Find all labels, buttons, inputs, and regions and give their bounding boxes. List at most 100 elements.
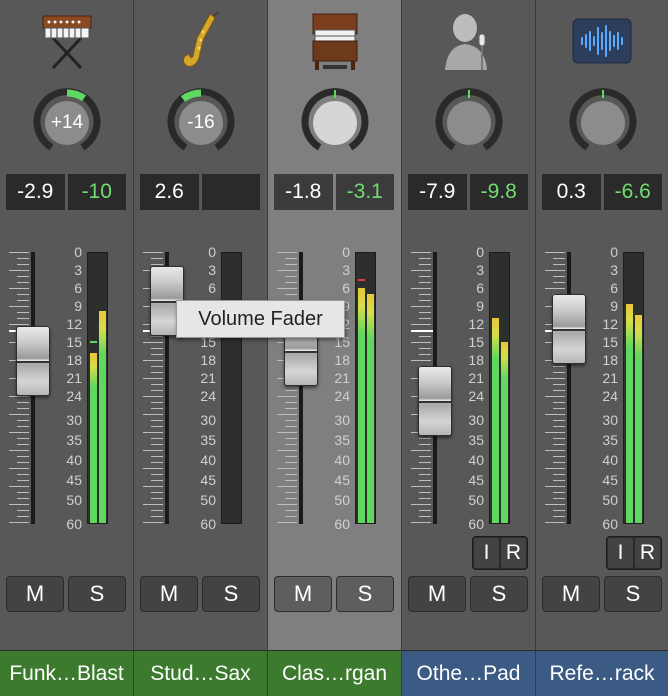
fader-tick <box>553 510 565 511</box>
fader-tick <box>143 396 163 397</box>
db-scale-label: 45 <box>334 472 350 488</box>
level-meter <box>489 252 510 524</box>
mute-button[interactable]: M <box>274 576 332 612</box>
pan-knob[interactable]: +14 <box>32 88 102 158</box>
fader-tick <box>553 276 565 277</box>
solo-button[interactable]: S <box>202 576 260 612</box>
fader-tick <box>285 264 297 265</box>
mute-button[interactable]: M <box>6 576 64 612</box>
pan-knob[interactable] <box>434 88 504 158</box>
track-name[interactable]: Funk…Blast <box>0 650 133 696</box>
fader-tick <box>553 444 565 445</box>
db-scale: 0 3 6 9 12 15 18 21 24 30 35 40 45 50 60 <box>596 244 618 536</box>
db-scale-label: 40 <box>468 452 484 468</box>
db-scale-label: 35 <box>468 432 484 448</box>
volume-fader[interactable]: 03691215182124303540455060 <box>268 245 402 536</box>
volume-readout[interactable]: 2.6 <box>140 174 199 210</box>
solo-button[interactable]: S <box>68 576 126 612</box>
saxophone-icon[interactable] <box>134 6 267 76</box>
fader-handle[interactable] <box>552 294 586 364</box>
fader-handle[interactable] <box>418 366 452 436</box>
fader-tick <box>277 468 297 469</box>
fader-tick <box>553 264 565 265</box>
track-name[interactable]: Othe…Pad <box>402 650 535 696</box>
fader-tick <box>419 294 431 295</box>
fader-tick <box>9 432 29 433</box>
fader-tick <box>419 264 431 265</box>
fader-tick <box>285 516 297 517</box>
db-scale-label: 6 <box>476 280 484 296</box>
meter-left <box>626 304 633 523</box>
peak-readout[interactable]: -9.8 <box>469 174 528 210</box>
fader-tick <box>285 282 297 283</box>
fader-tick <box>151 474 163 475</box>
vocalist-icon[interactable] <box>402 6 535 76</box>
fader-tick <box>419 480 431 481</box>
record-enable-button[interactable]: R <box>500 537 527 569</box>
fader-handle[interactable] <box>16 326 50 396</box>
fader-tick <box>553 384 565 385</box>
peak-readout[interactable]: -6.6 <box>603 174 662 210</box>
mute-button[interactable]: M <box>140 576 198 612</box>
fader-tick <box>285 474 297 475</box>
fader-tick <box>411 270 431 271</box>
fader-tick <box>285 408 297 409</box>
fader-tick <box>9 288 29 289</box>
fader-tick <box>17 264 29 265</box>
track-name[interactable]: Refe…rack <box>536 650 668 696</box>
db-scale-label: 0 <box>610 244 618 260</box>
fader-tick <box>285 444 297 445</box>
fader-tick <box>17 510 29 511</box>
volume-readout[interactable]: -7.9 <box>408 174 467 210</box>
solo-button[interactable]: S <box>336 576 394 612</box>
peak-readout[interactable]: -3.1 <box>335 174 394 210</box>
db-scale-label: 3 <box>342 262 350 278</box>
organ-icon[interactable] <box>268 6 401 76</box>
fader-tick <box>277 432 297 433</box>
fader-tick <box>277 288 297 289</box>
solo-button[interactable]: S <box>470 576 528 612</box>
input-monitor-button[interactable]: I <box>607 537 634 569</box>
fader-tick <box>17 408 29 409</box>
db-scale-label: 18 <box>468 352 484 368</box>
pan-knob[interactable] <box>300 88 370 158</box>
volume-fader[interactable]: 03691215182124303540455060 <box>134 245 268 536</box>
pan-knob[interactable]: -16 <box>166 88 236 158</box>
pan-knob[interactable] <box>568 88 638 158</box>
fader-tick <box>419 276 431 277</box>
volume-fader[interactable]: 03691215182124303540455060 <box>0 245 134 536</box>
fader-tick <box>151 408 163 409</box>
fader-tick <box>285 498 297 499</box>
track-name[interactable]: Stud…Sax <box>134 650 267 696</box>
record-enable-button[interactable]: R <box>634 537 661 569</box>
peak-indicator-left <box>90 341 97 343</box>
mute-button[interactable]: M <box>408 576 466 612</box>
fader-tick <box>285 390 297 391</box>
fader-tick <box>151 420 163 421</box>
fader-tick <box>17 480 29 481</box>
fader-tick <box>553 498 565 499</box>
peak-readout[interactable]: -10 <box>67 174 126 210</box>
fader-tick <box>411 450 431 451</box>
volume-readout[interactable]: 0.3 <box>542 174 601 210</box>
track-name[interactable]: Clas…rgan <box>268 650 401 696</box>
volume-readout[interactable]: -2.9 <box>6 174 65 210</box>
volume-fader[interactable]: 03691215182124303540455060 <box>536 244 668 536</box>
solo-button[interactable]: S <box>604 576 662 612</box>
input-record-buttons: I R <box>606 536 662 570</box>
waveform-icon[interactable] <box>536 6 668 76</box>
fader-tick <box>419 336 431 337</box>
synth-keyboard-icon[interactable] <box>0 6 133 76</box>
fader-tick <box>151 258 163 259</box>
fader-tick <box>17 498 29 499</box>
mute-button[interactable]: M <box>542 576 600 612</box>
volume-fader[interactable]: 03691215182124303540455060 <box>402 245 536 536</box>
input-monitor-button[interactable]: I <box>473 537 500 569</box>
db-scale-label: 40 <box>200 452 216 468</box>
fader-tick <box>419 312 431 313</box>
fader-tick <box>277 270 297 271</box>
db-scale-label: 50 <box>66 492 82 508</box>
volume-readout[interactable]: -1.8 <box>274 174 333 210</box>
peak-readout[interactable] <box>201 174 260 210</box>
fader-tick <box>151 390 163 391</box>
